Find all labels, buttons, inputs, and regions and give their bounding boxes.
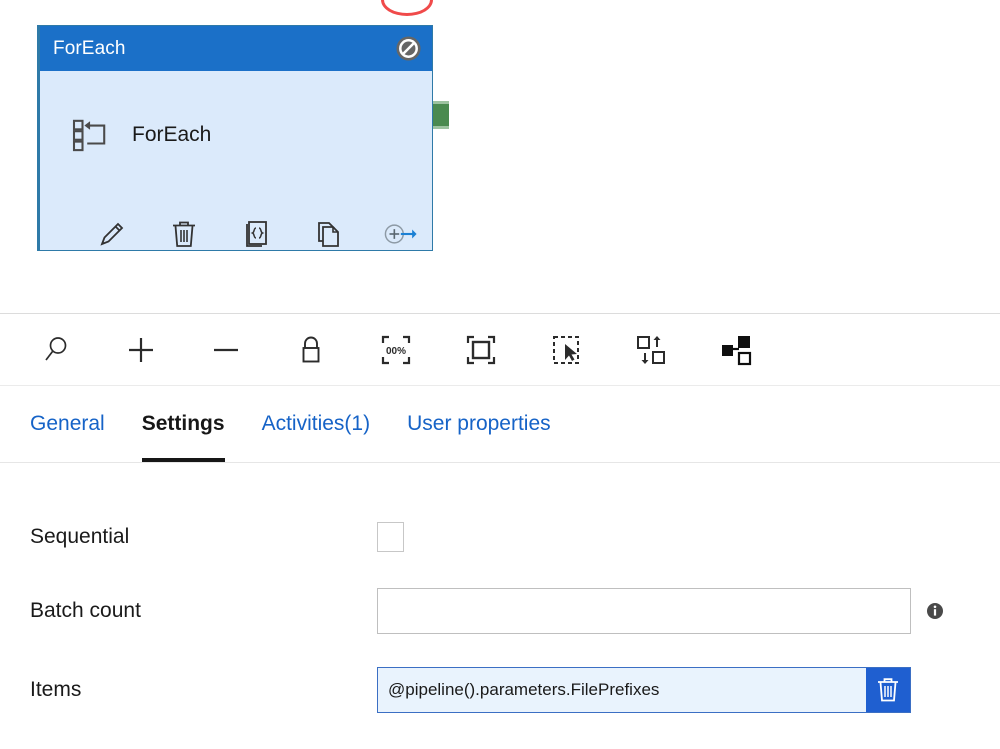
minus-icon[interactable] <box>202 326 250 374</box>
row-batch-count: Batch count <box>30 588 970 634</box>
activity-node-row: ForEach <box>72 118 211 152</box>
settings-form: Sequential Batch count Items <box>0 463 1000 749</box>
activity-node-label: ForEach <box>132 123 211 147</box>
tab-user-properties[interactable]: User properties <box>407 386 551 462</box>
annotation-circle <box>381 0 433 16</box>
row-sequential: Sequential <box>30 517 970 557</box>
pipeline-canvas[interactable]: ForEach <box>0 0 1000 313</box>
node-graph-icon[interactable] <box>712 326 760 374</box>
auto-align-icon[interactable] <box>627 326 675 374</box>
sequential-label: Sequential <box>30 525 377 549</box>
lock-icon[interactable] <box>287 326 335 374</box>
zoom-100-percent-icon[interactable]: 00% <box>372 326 420 374</box>
sequential-checkbox[interactable] <box>377 522 404 552</box>
items-input-wrapper <box>377 667 911 713</box>
items-input[interactable] <box>377 667 911 713</box>
plus-icon[interactable] <box>117 326 165 374</box>
pipeline-editor: ForEach <box>0 0 1000 749</box>
canvas-toolbar: 00% <box>0 314 1000 385</box>
success-output-connector[interactable] <box>431 101 449 129</box>
magnifier-icon[interactable] <box>32 326 80 374</box>
activity-card-body: ForEach <box>40 71 432 251</box>
foreach-loop-icon <box>72 118 110 152</box>
activity-action-row <box>95 217 417 251</box>
copy-icon[interactable] <box>311 217 345 251</box>
marquee-cursor-icon[interactable] <box>542 326 590 374</box>
trash-icon[interactable] <box>167 217 201 251</box>
items-label: Items <box>30 678 377 702</box>
trash-icon <box>875 676 901 704</box>
activity-card-header: ForEach <box>40 26 432 71</box>
row-items: Items <box>30 667 970 713</box>
code-braces-icon[interactable] <box>239 217 273 251</box>
activity-card-foreach[interactable]: ForEach <box>37 25 433 251</box>
tab-settings[interactable]: Settings <box>142 386 225 462</box>
no-entry-icon[interactable] <box>395 35 422 62</box>
properties-tabs: General Settings Activities(1) User prop… <box>0 386 1000 462</box>
svg-text:00%: 00% <box>386 346 406 357</box>
add-arrow-icon[interactable] <box>383 217 417 251</box>
batch-count-label: Batch count <box>30 599 377 623</box>
fit-to-screen-icon[interactable] <box>457 326 505 374</box>
pencil-icon[interactable] <box>95 217 129 251</box>
activity-title: ForEach <box>53 38 126 60</box>
tab-activities[interactable]: Activities(1) <box>262 386 371 462</box>
tab-general[interactable]: General <box>30 386 105 462</box>
batch-count-input[interactable] <box>377 588 911 634</box>
items-delete-button[interactable] <box>866 668 910 712</box>
info-icon[interactable] <box>911 602 944 620</box>
